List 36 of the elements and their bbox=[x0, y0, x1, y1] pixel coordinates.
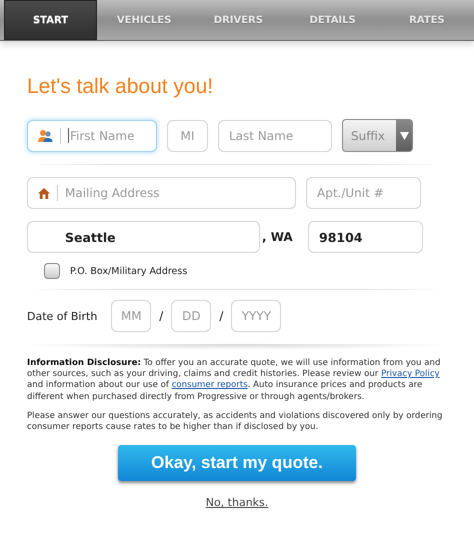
text-link[interactable]: consumer reports bbox=[172, 380, 248, 390]
birth-date-label: Date of Birth bbox=[27, 310, 98, 322]
nav-tab[interactable]: START bbox=[4, 0, 97, 40]
mailing-address-input[interactable]: Mailing Address bbox=[65, 186, 285, 200]
day-input[interactable]: DD bbox=[175, 309, 208, 323]
day-field[interactable]: DD bbox=[171, 300, 212, 332]
mailing-address-field[interactable]: Mailing Address bbox=[27, 177, 296, 209]
date-separator: / bbox=[219, 309, 224, 323]
house-icon bbox=[38, 188, 50, 198]
middle-initial-field[interactable]: MI bbox=[167, 120, 208, 152]
date-separator: / bbox=[159, 309, 164, 323]
last-name-field[interactable]: Last Name bbox=[218, 120, 332, 152]
city-input[interactable]: Seattle bbox=[65, 230, 249, 244]
state-label: , WA bbox=[262, 230, 294, 244]
checkbox[interactable] bbox=[44, 263, 60, 279]
notice-text: Please answer our questions accurately, as accidents and violations discovered only by ordering consumer reports cause rates to be higher than if disclosed by you. bbox=[27, 410, 444, 434]
last-name-input[interactable]: Last Name bbox=[229, 128, 321, 142]
zip-input[interactable]: 98104 bbox=[319, 230, 412, 244]
middle-initial-input[interactable]: MI bbox=[171, 128, 204, 142]
unit-field[interactable]: Apt./Unit # bbox=[306, 177, 421, 209]
page-heading: Let's talk about you! bbox=[27, 75, 214, 99]
year-input[interactable]: YYYY bbox=[235, 309, 278, 323]
year-field[interactable]: YYYY bbox=[231, 300, 282, 332]
month-input[interactable]: MM bbox=[115, 309, 148, 323]
decline-link[interactable]: No, thanks. bbox=[206, 496, 268, 510]
month-field[interactable]: MM bbox=[111, 300, 152, 332]
zip-field[interactable]: 98104 bbox=[308, 221, 423, 253]
disclosure-text: Information Disclosure: To offer you an accurate quote, we will use information from you and other sources, such as your driving, claims and credit histories. Please review our Privacy Policy and information about our use of consumer reports. Auto insurance prices and products are different when purchased directly from Progressive or through agents/brokers. bbox=[27, 358, 442, 403]
first-name-field[interactable]: First Name bbox=[27, 120, 157, 152]
text-link[interactable]: Privacy Policy bbox=[381, 369, 440, 380]
caret-icon bbox=[400, 132, 408, 140]
unit-input[interactable]: Apt./Unit # bbox=[317, 186, 410, 200]
first-name-input[interactable]: First Name bbox=[70, 128, 146, 142]
checkbox-label: P.O. Box/Military Address bbox=[70, 266, 188, 276]
city-field[interactable]: Seattle bbox=[27, 221, 260, 253]
person-icon bbox=[38, 129, 53, 142]
